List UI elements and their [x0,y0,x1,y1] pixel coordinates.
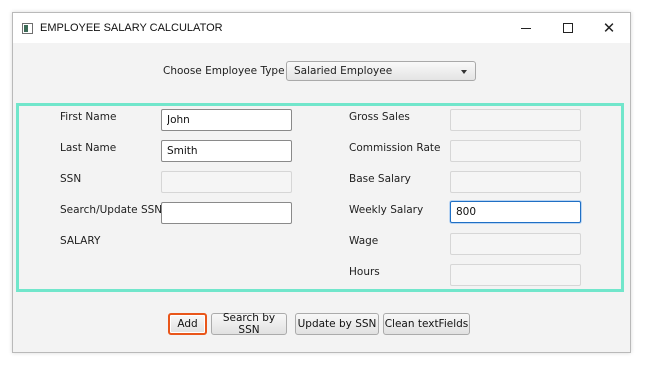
add-button[interactable]: Add [168,313,207,335]
title-bar: EMPLOYEE SALARY CALCULATOR ✕ [13,13,630,43]
search-ssn-label: Search/Update SSN [60,204,163,216]
wage-label: Wage [349,235,379,247]
last-name-label: Last Name [60,142,117,154]
weekly-salary-field[interactable] [450,201,581,223]
window-title: EMPLOYEE SALARY CALCULATOR [40,22,223,34]
maximize-button[interactable] [547,13,589,43]
clean-textfields-button[interactable]: Clean textFields [383,313,470,335]
last-name-field[interactable] [161,140,292,162]
chevron-down-icon [461,70,467,74]
weekly-salary-label: Weekly Salary [349,204,424,216]
minimize-icon [521,27,531,29]
wage-field[interactable] [450,233,581,255]
ssn-label: SSN [60,173,82,185]
commission-rate-field[interactable] [450,140,581,162]
app-window-icon [22,23,33,34]
minimize-button[interactable] [505,13,547,43]
hours-label: Hours [349,266,380,278]
search-by-ssn-button[interactable]: Search by SSN [211,312,287,336]
base-salary-field[interactable] [450,171,581,193]
salary-label: SALARY [60,235,101,247]
gross-sales-label: Gross Sales [349,111,410,123]
maximize-icon [563,23,573,33]
first-name-field[interactable] [161,109,292,131]
ssn-field[interactable] [161,171,292,193]
first-name-label: First Name [60,111,117,123]
close-icon: ✕ [602,18,616,37]
search-ssn-field[interactable] [161,202,292,224]
employee-type-label: Choose Employee Type [163,65,285,77]
hours-field[interactable] [450,264,581,286]
app-window: EMPLOYEE SALARY CALCULATOR ✕ Choose Empl… [12,12,631,353]
base-salary-label: Base Salary [349,173,411,185]
commission-rate-label: Commission Rate [349,142,441,154]
gross-sales-field[interactable] [450,109,581,131]
update-by-ssn-button[interactable]: Update by SSN [295,313,379,335]
employee-type-dropdown[interactable]: Salaried Employee [286,61,476,81]
close-button[interactable]: ✕ [588,13,630,43]
employee-type-selected: Salaried Employee [294,65,393,77]
